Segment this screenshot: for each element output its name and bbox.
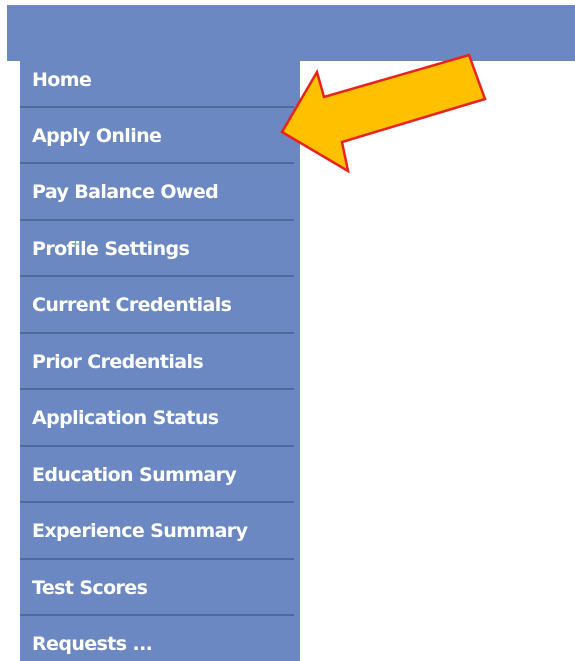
- sidebar-item-profile-settings[interactable]: Profile Settings: [20, 230, 294, 272]
- sidebar-item-label: Education Summary: [32, 464, 237, 486]
- sidebar-item-test-scores[interactable]: Test Scores: [20, 569, 294, 611]
- nav-divider: [20, 501, 294, 503]
- sidebar-item-label: Home: [32, 69, 92, 91]
- nav-divider: [20, 106, 294, 108]
- sidebar-item-label: Application Status: [32, 407, 219, 429]
- arrow-left-icon: [280, 53, 487, 174]
- sidebar-item-current-credentials[interactable]: Current Credentials: [20, 286, 294, 328]
- nav-divider: [20, 275, 294, 277]
- nav-divider: [20, 614, 294, 616]
- nav-divider: [20, 388, 294, 390]
- sidebar-item-label: Test Scores: [32, 577, 148, 599]
- nav-divider: [20, 445, 294, 447]
- sidebar-nav: Home Apply Online Pay Balance Owed Profi…: [20, 61, 300, 661]
- sidebar-item-pay-balance-owed[interactable]: Pay Balance Owed: [20, 173, 294, 215]
- nav-divider: [20, 219, 294, 221]
- nav-divider: [20, 558, 294, 560]
- sidebar-item-education-summary[interactable]: Education Summary: [20, 456, 294, 498]
- sidebar-item-label: Current Credentials: [32, 294, 232, 316]
- sidebar-item-label: Experience Summary: [32, 520, 248, 542]
- sidebar-item-requests[interactable]: Requests ...: [20, 625, 294, 661]
- sidebar-item-experience-summary[interactable]: Experience Summary: [20, 512, 294, 554]
- sidebar-item-label: Requests ...: [32, 633, 153, 655]
- nav-divider: [20, 162, 294, 164]
- sidebar-item-application-status[interactable]: Application Status: [20, 399, 294, 441]
- nav-divider: [20, 332, 294, 334]
- sidebar-item-label: Prior Credentials: [32, 351, 204, 373]
- page: Home Apply Online Pay Balance Owed Profi…: [0, 0, 575, 661]
- sidebar-item-home[interactable]: Home: [20, 61, 294, 103]
- sidebar-item-label: Profile Settings: [32, 238, 190, 260]
- sidebar-item-label: Apply Online: [32, 125, 162, 147]
- sidebar-item-apply-online[interactable]: Apply Online: [20, 117, 294, 159]
- sidebar-item-prior-credentials[interactable]: Prior Credentials: [20, 343, 294, 385]
- sidebar-item-label: Pay Balance Owed: [32, 181, 219, 203]
